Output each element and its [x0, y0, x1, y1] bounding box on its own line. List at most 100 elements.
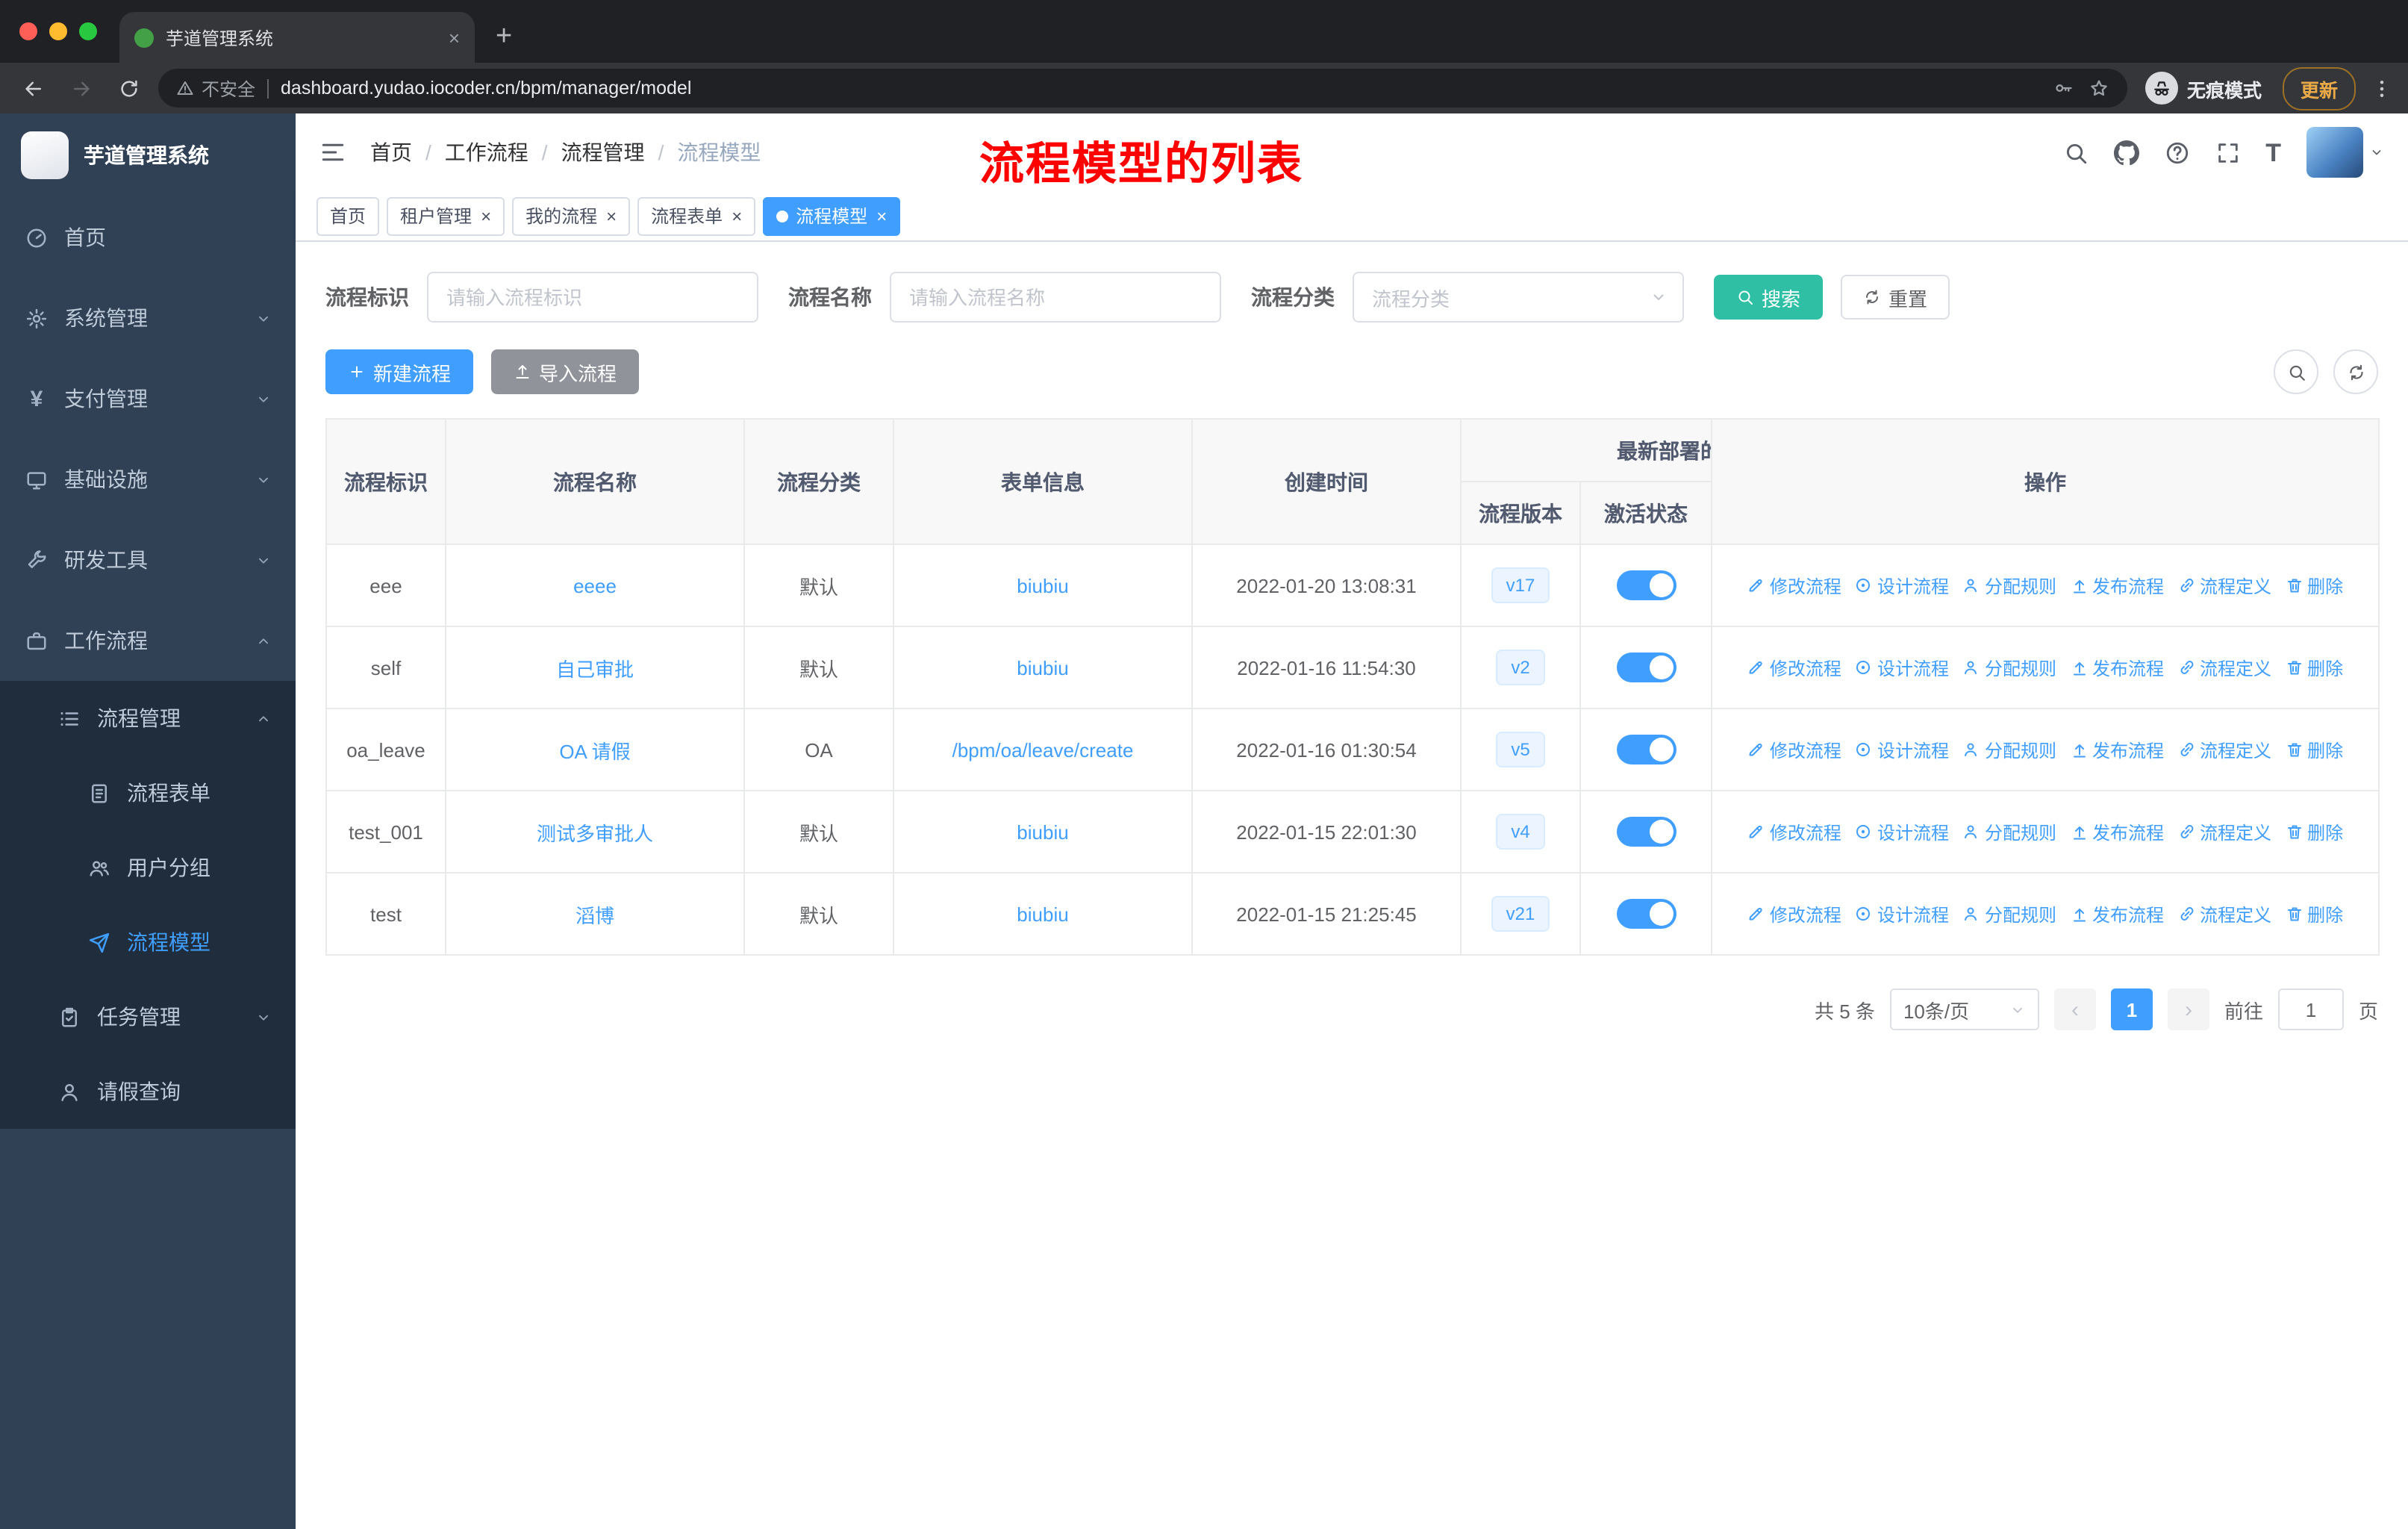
action-definition[interactable]: 流程定义: [2177, 655, 2271, 680]
action-design[interactable]: 设计流程: [1855, 819, 1949, 844]
browser-update-button[interactable]: 更新: [2282, 66, 2356, 110]
new-tab-button[interactable]: +: [496, 22, 512, 51]
action-design[interactable]: 设计流程: [1855, 901, 1949, 927]
page-size-select[interactable]: 10条/页: [1889, 988, 2039, 1030]
minimize-window-button[interactable]: [49, 22, 67, 40]
close-icon[interactable]: ×: [481, 207, 491, 225]
sidebar-item[interactable]: 系统管理: [0, 278, 296, 358]
form-link[interactable]: biubiu: [1017, 574, 1068, 597]
view-tag[interactable]: 租户管理 ×: [387, 196, 505, 235]
browser-menu-icon[interactable]: [2371, 77, 2393, 99]
import-process-button[interactable]: 导入流程: [491, 349, 640, 394]
view-tag[interactable]: 我的流程 ×: [512, 196, 631, 235]
action-publish[interactable]: 发布流程: [2070, 819, 2164, 844]
action-definition[interactable]: 流程定义: [2177, 573, 2271, 598]
process-name-link[interactable]: eeee: [573, 574, 617, 597]
active-toggle[interactable]: [1616, 817, 1676, 847]
address-bar[interactable]: 不安全 dashboard.yudao.iocoder.cn/bpm/manag…: [158, 69, 2127, 108]
form-link[interactable]: biubiu: [1017, 656, 1068, 679]
create-process-button[interactable]: 新建流程: [325, 349, 474, 394]
view-tag[interactable]: 流程表单 ×: [637, 196, 756, 235]
form-link[interactable]: biubiu: [1017, 903, 1068, 925]
action-design[interactable]: 设计流程: [1855, 573, 1949, 598]
breadcrumb-item[interactable]: 首页: [370, 137, 412, 167]
bookmark-star-icon[interactable]: [2089, 78, 2109, 99]
action-definition[interactable]: 流程定义: [2177, 819, 2271, 844]
breadcrumb-item[interactable]: 流程管理: [561, 137, 645, 167]
action-design[interactable]: 设计流程: [1855, 655, 1949, 680]
fullscreen-icon[interactable]: [2215, 140, 2240, 165]
process-name-link[interactable]: 自己审批: [556, 658, 634, 680]
close-window-button[interactable]: [19, 22, 37, 40]
process-name-link[interactable]: 滔博: [576, 904, 614, 927]
process-name-link[interactable]: OA 请假: [559, 740, 630, 762]
sidebar-item[interactable]: 首页: [0, 197, 296, 278]
version-tag[interactable]: v5: [1496, 732, 1545, 767]
action-delete[interactable]: 删除: [2285, 901, 2343, 927]
sidebar-item[interactable]: 工作流程: [0, 600, 296, 681]
active-toggle[interactable]: [1616, 899, 1676, 929]
sidebar-item[interactable]: 基础设施: [0, 439, 296, 520]
action-delete[interactable]: 删除: [2285, 819, 2343, 844]
action-edit[interactable]: 修改流程: [1747, 655, 1841, 680]
browser-tab[interactable]: 芋道管理系统 ×: [119, 12, 475, 63]
prev-page-button[interactable]: ‹: [2053, 988, 2096, 1030]
view-tag[interactable]: 首页: [316, 196, 380, 235]
action-edit[interactable]: 修改流程: [1747, 901, 1841, 927]
sidebar-item[interactable]: 流程表单: [0, 756, 296, 830]
process-name-input[interactable]: [890, 272, 1221, 323]
search-button[interactable]: 搜索: [1714, 275, 1824, 320]
sidebar-item[interactable]: 请假查询: [0, 1054, 296, 1129]
action-delete[interactable]: 删除: [2285, 573, 2343, 598]
process-name-link[interactable]: 测试多审批人: [537, 822, 653, 844]
reset-button[interactable]: 重置: [1841, 275, 1950, 320]
sidebar-toggle-icon[interactable]: [319, 139, 346, 166]
form-link[interactable]: /bpm/oa/leave/create: [952, 738, 1134, 761]
refresh-table-button[interactable]: [2333, 349, 2378, 394]
close-icon[interactable]: ×: [606, 207, 617, 225]
current-page-button[interactable]: 1: [2110, 988, 2153, 1030]
close-icon[interactable]: ×: [732, 207, 742, 225]
version-tag[interactable]: v17: [1491, 567, 1550, 603]
action-assign[interactable]: 分配规则: [1962, 655, 2056, 680]
version-tag[interactable]: v21: [1491, 896, 1550, 932]
action-edit[interactable]: 修改流程: [1747, 573, 1841, 598]
action-edit[interactable]: 修改流程: [1747, 737, 1841, 762]
action-assign[interactable]: 分配规则: [1962, 737, 2056, 762]
active-toggle[interactable]: [1616, 570, 1676, 600]
action-publish[interactable]: 发布流程: [2070, 573, 2164, 598]
category-select[interactable]: 流程分类: [1353, 272, 1684, 323]
github-icon[interactable]: [2113, 140, 2139, 165]
toggle-search-button[interactable]: [2274, 349, 2318, 394]
security-indicator[interactable]: 不安全: [176, 75, 255, 101]
action-delete[interactable]: 删除: [2285, 737, 2343, 762]
back-icon[interactable]: [15, 70, 51, 106]
next-page-button[interactable]: ›: [2167, 988, 2209, 1030]
tab-close-icon[interactable]: ×: [449, 28, 460, 47]
key-icon[interactable]: [2053, 78, 2074, 99]
goto-page-input[interactable]: [2277, 988, 2344, 1030]
action-assign[interactable]: 分配规则: [1962, 901, 2056, 927]
action-delete[interactable]: 删除: [2285, 655, 2343, 680]
zoom-window-button[interactable]: [79, 22, 97, 40]
action-definition[interactable]: 流程定义: [2177, 901, 2271, 927]
close-icon[interactable]: ×: [876, 207, 887, 225]
active-toggle[interactable]: [1616, 735, 1676, 764]
action-definition[interactable]: 流程定义: [2177, 737, 2271, 762]
sidebar-item[interactable]: 流程模型: [0, 905, 296, 980]
action-assign[interactable]: 分配规则: [1962, 573, 2056, 598]
sidebar-item[interactable]: ¥ 支付管理: [0, 358, 296, 439]
forward-icon[interactable]: [63, 70, 99, 106]
breadcrumb-item[interactable]: 工作流程: [445, 137, 528, 167]
action-publish[interactable]: 发布流程: [2070, 737, 2164, 762]
reload-icon[interactable]: [110, 70, 146, 106]
view-tag[interactable]: 流程模型 ×: [763, 196, 901, 235]
process-id-input[interactable]: [427, 272, 758, 323]
version-tag[interactable]: v4: [1496, 814, 1545, 850]
form-link[interactable]: biubiu: [1017, 820, 1068, 843]
version-tag[interactable]: v2: [1496, 650, 1545, 685]
action-publish[interactable]: 发布流程: [2070, 901, 2164, 927]
sidebar-item[interactable]: 用户分组: [0, 830, 296, 905]
font-size-icon[interactable]: T: [2265, 140, 2281, 165]
search-icon[interactable]: [2062, 140, 2088, 165]
